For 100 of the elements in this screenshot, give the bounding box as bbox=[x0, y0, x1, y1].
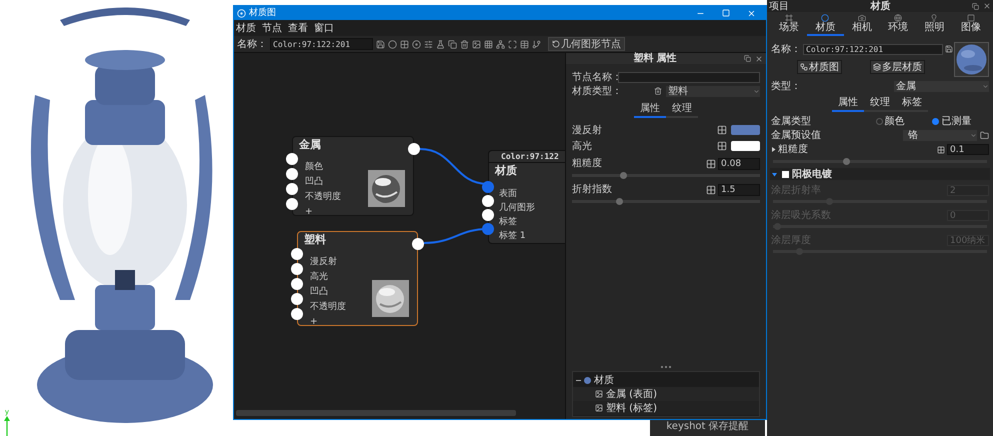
close-icon[interactable] bbox=[983, 2, 991, 10]
property-label: 粗糙度 bbox=[778, 142, 809, 157]
frame-icon[interactable] bbox=[508, 40, 517, 48]
layers-icon bbox=[873, 63, 881, 71]
collapse-icon[interactable] bbox=[576, 378, 581, 382]
chevron-down-icon bbox=[982, 83, 989, 90]
tab[interactable]: 相机 bbox=[844, 14, 880, 36]
menu-item[interactable]: 窗口 bbox=[314, 20, 334, 36]
checkbox[interactable] bbox=[782, 170, 789, 178]
slider-thumb[interactable] bbox=[620, 172, 627, 179]
dialog-title: keyshot 保存提醒 bbox=[666, 420, 749, 434]
sliders-icon[interactable] bbox=[424, 40, 433, 48]
tab[interactable]: 属性 bbox=[634, 101, 666, 118]
sphere-icon[interactable] bbox=[388, 40, 397, 48]
scene-icon bbox=[785, 14, 794, 22]
material-button[interactable]: 多层材质 bbox=[870, 60, 925, 74]
checker-icon[interactable] bbox=[400, 40, 409, 48]
lightbulb-icon bbox=[930, 14, 938, 22]
maximize-icon[interactable] bbox=[722, 9, 730, 17]
texture-icon[interactable] bbox=[706, 184, 716, 194]
tab[interactable]: 照明 bbox=[916, 14, 953, 36]
port-label: 凹凸 bbox=[305, 177, 323, 187]
property-label: 漫反射 bbox=[572, 124, 603, 138]
port-label: 不透明度 bbox=[310, 302, 346, 312]
texture-icon[interactable] bbox=[937, 146, 945, 154]
property-label: 粗糙度 bbox=[572, 156, 603, 171]
node-name-field[interactable] bbox=[618, 72, 760, 82]
value-field[interactable]: 1.5 bbox=[718, 184, 760, 196]
shader-node[interactable]: 金属 颜色 凹凸 不透明度 + bbox=[292, 136, 414, 216]
slider-thumb[interactable] bbox=[616, 198, 623, 205]
splitter-handle[interactable] bbox=[661, 366, 671, 368]
tab[interactable]: 场景 bbox=[771, 14, 808, 36]
port-label: 高光 bbox=[310, 272, 328, 282]
tab[interactable]: 纹理 bbox=[666, 101, 698, 118]
menu-item[interactable]: 材质 bbox=[236, 20, 256, 36]
port-label: 颜色 bbox=[305, 162, 323, 172]
thumbnail-icon bbox=[595, 390, 603, 398]
color-swatch[interactable] bbox=[731, 141, 760, 151]
window-title: 材质图 bbox=[249, 6, 277, 20]
material-button[interactable]: 材质图 bbox=[797, 60, 842, 74]
close-icon[interactable] bbox=[755, 54, 763, 62]
tab[interactable]: 属性 bbox=[832, 95, 864, 112]
type-dropdown[interactable]: 塑料 bbox=[666, 86, 760, 96]
network-icon[interactable] bbox=[496, 40, 505, 48]
sphere-icon bbox=[821, 14, 830, 22]
save-icon[interactable] bbox=[945, 45, 953, 53]
save-icon[interactable] bbox=[376, 40, 385, 48]
panel-tab[interactable]: 项目 bbox=[769, 0, 809, 14]
port-label: 不透明度 bbox=[305, 192, 341, 202]
menu-item[interactable]: 查看 bbox=[288, 20, 308, 36]
trash-icon[interactable] bbox=[460, 40, 469, 48]
trash-icon[interactable] bbox=[654, 87, 662, 95]
flask-icon[interactable] bbox=[436, 40, 445, 48]
texture-icon[interactable] bbox=[706, 158, 716, 168]
disc-icon[interactable] bbox=[412, 40, 421, 48]
name-field[interactable]: Color:97:122:201 bbox=[270, 38, 373, 50]
section-header[interactable]: 阳极电镀 bbox=[770, 168, 990, 180]
texture-icon[interactable] bbox=[717, 125, 727, 135]
node-title: 材质 bbox=[494, 163, 518, 179]
geometry-node-button[interactable]: 几何图形节点 bbox=[548, 37, 625, 51]
panel-title: 材质 bbox=[869, 0, 892, 14]
value-field[interactable]: 0.08 bbox=[718, 158, 760, 170]
tab[interactable]: 纹理 bbox=[864, 95, 896, 112]
slider-thumb[interactable] bbox=[842, 158, 850, 165]
menu-item[interactable]: 节点 bbox=[262, 20, 282, 36]
shader-node[interactable]: 塑料 漫反射 高光 凹凸 不透明度 + bbox=[297, 231, 418, 326]
name-field[interactable]: Color:97:122:201 bbox=[803, 44, 943, 54]
type-dropdown[interactable]: 金属 bbox=[894, 81, 989, 92]
preset-dropdown[interactable]: 铬 bbox=[903, 130, 977, 140]
table-icon[interactable] bbox=[520, 40, 529, 48]
copy-icon[interactable] bbox=[448, 40, 457, 48]
field-label: 类型： bbox=[771, 80, 802, 94]
tab[interactable]: 图像 bbox=[952, 14, 989, 36]
radio-label: 已测量 bbox=[941, 114, 972, 128]
image-icon[interactable] bbox=[472, 40, 481, 48]
tab[interactable]: 材质 bbox=[807, 14, 844, 36]
axis-arrow bbox=[4, 416, 10, 436]
node-title: 塑料 bbox=[303, 232, 327, 247]
folder-icon[interactable] bbox=[980, 130, 989, 140]
globe-icon bbox=[894, 14, 902, 22]
color-swatch[interactable] bbox=[731, 125, 760, 135]
caret-right-icon[interactable] bbox=[771, 147, 776, 152]
radio-button[interactable] bbox=[876, 118, 883, 124]
branch-icon[interactable] bbox=[532, 40, 541, 48]
scrollbar[interactable] bbox=[236, 410, 516, 416]
restore-icon[interactable] bbox=[972, 2, 979, 10]
texture-icon[interactable] bbox=[717, 141, 727, 151]
property-label: 高光 bbox=[572, 140, 593, 154]
tab[interactable]: 环境 bbox=[880, 14, 916, 36]
material-node[interactable]: Color:97:122 材质 表面 几何图形 标签 标签 1 bbox=[488, 150, 565, 244]
panel-title: 塑料 属性 bbox=[632, 53, 678, 64]
value-field[interactable]: 0.1 bbox=[947, 144, 989, 155]
restore-icon[interactable] bbox=[744, 55, 751, 62]
tab[interactable]: 标签 bbox=[896, 95, 928, 112]
camera-icon bbox=[858, 14, 866, 22]
grid-icon[interactable] bbox=[484, 40, 493, 48]
tree-item[interactable]: 材质 bbox=[594, 372, 614, 388]
caret-down-icon[interactable] bbox=[772, 172, 777, 176]
property-label: 金属预设值 bbox=[771, 128, 822, 142]
radio-button[interactable] bbox=[932, 118, 940, 124]
